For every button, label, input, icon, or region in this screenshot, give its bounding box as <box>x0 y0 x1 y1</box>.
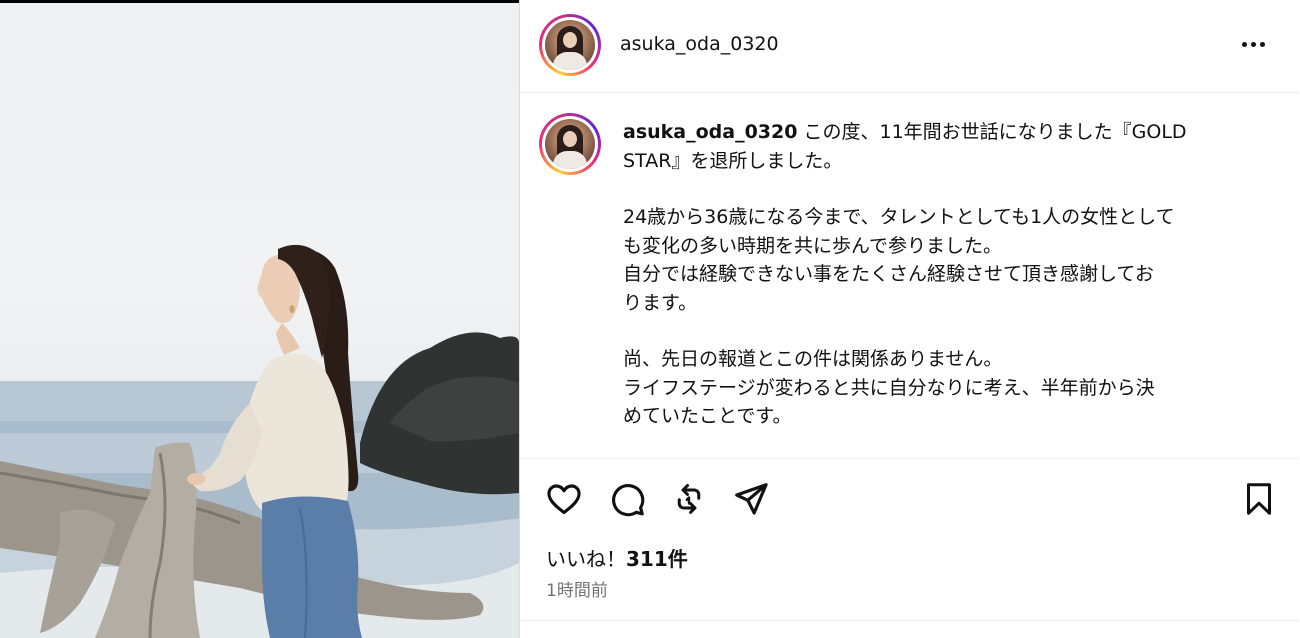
caption-line-5: 自分では経験できない事をたくさん経験させて頂き感謝してお <box>623 263 1154 285</box>
caption-line-4: も変化の多い時期を共に歩んで参りました。 <box>623 234 1003 257</box>
caption-line-3: 24歳から36歳になる今まで、タレントとしても1人の女性として <box>623 206 1175 228</box>
avatar-image <box>545 20 595 70</box>
send-icon <box>735 483 768 515</box>
post-header: asuka_oda_0320 <box>520 0 1299 93</box>
save-button[interactable] <box>1236 474 1282 524</box>
comment-area-divider <box>520 620 1299 621</box>
author-avatar[interactable] <box>539 14 601 76</box>
post-details-panel: asuka_oda_0320 asuka_oda_0320 この度、11年間お世話… <box>519 0 1300 638</box>
repost-button[interactable] <box>666 474 712 524</box>
caption-line-10: めていたことです。 <box>623 405 792 427</box>
avatar-image <box>545 119 595 169</box>
heart-icon <box>547 484 581 515</box>
post-photo[interactable] <box>0 3 519 638</box>
caption-line-6: ります。 <box>623 291 698 314</box>
bookmark-icon <box>1247 483 1271 515</box>
post-caption: asuka_oda_0320 この度、11年間お世話になりました『GOLD STA… <box>623 118 1263 431</box>
caption-line-1: STAR』を退所しました。 <box>623 149 843 172</box>
caption-line-9: ライフステージが変わると共に自分なりに考え、半年前から決 <box>623 376 1155 399</box>
caption-line-8: 尚、先日の報道とこの件は関係ありません。 <box>623 348 1003 370</box>
caption-avatar[interactable] <box>539 113 601 175</box>
comment-icon <box>612 484 645 517</box>
like-count[interactable]: いいね！311件 <box>546 543 688 572</box>
comment-button[interactable] <box>604 474 650 524</box>
caption-line-0: asuka_oda_0320 この度、11年間お世話になりました『GOLD <box>623 121 1187 143</box>
like-button[interactable] <box>541 474 587 524</box>
photo-illustration <box>0 244 519 638</box>
caption-username[interactable]: asuka_oda_0320 <box>623 121 797 143</box>
post-timestamp[interactable]: 1時間前 <box>546 576 608 601</box>
repost-icon <box>677 484 701 514</box>
author-username[interactable]: asuka_oda_0320 <box>620 33 779 55</box>
actions-divider <box>520 458 1299 459</box>
more-options-icon <box>1241 41 1247 47</box>
action-bar <box>520 474 1299 526</box>
share-button[interactable] <box>728 474 774 524</box>
more-options-button[interactable] <box>1235 26 1271 62</box>
